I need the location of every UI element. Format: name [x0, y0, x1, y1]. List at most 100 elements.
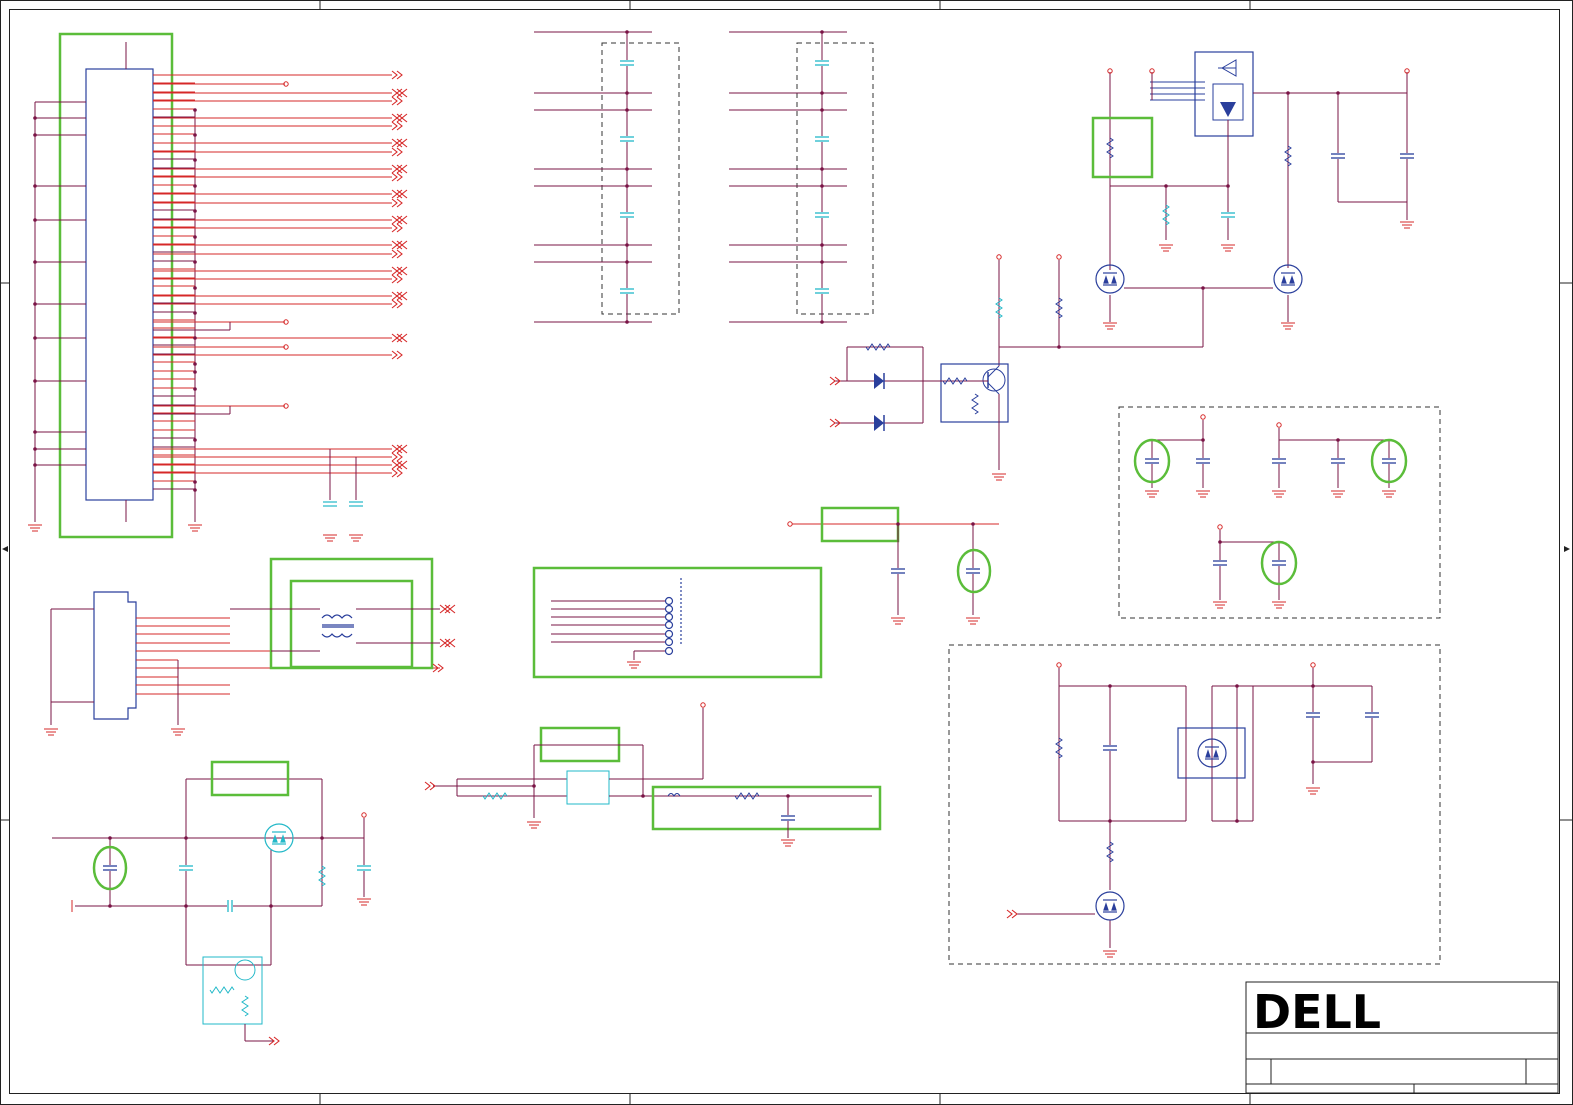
header-connector: [664, 578, 682, 656]
capacitor: [1306, 712, 1320, 718]
junction: [820, 260, 824, 264]
highlight-box: [1091, 116, 1154, 179]
off-page-connector: [391, 240, 408, 250]
right-pins: [153, 74, 195, 490]
power-switch-section: [998, 51, 1408, 366]
filter-ic: [566, 770, 610, 805]
ground-symbol: [1103, 950, 1117, 958]
ground-symbol: [1281, 322, 1295, 330]
junction: [625, 243, 629, 247]
power-port: [1217, 524, 1223, 530]
capacitor: [179, 865, 193, 871]
highlight-box: [289, 579, 414, 669]
junction: [193, 133, 197, 137]
capacitor: [1145, 458, 1159, 464]
junction: [625, 167, 629, 171]
ground-symbol: [1159, 244, 1173, 252]
ground-symbol: [781, 839, 795, 847]
off-page-connector: [391, 249, 403, 259]
junction: [1057, 345, 1061, 349]
junction: [820, 243, 824, 247]
power-port: [1056, 662, 1062, 668]
off-page-connector: [391, 113, 408, 123]
junction: [1164, 184, 1168, 188]
capacitor: [227, 900, 233, 912]
junction: [184, 836, 188, 840]
junction: [1286, 91, 1290, 95]
junction: [193, 311, 197, 315]
zone-arrow-left: [2, 546, 8, 552]
junction: [1226, 184, 1230, 188]
capacitor: [1331, 153, 1345, 159]
junction: [1311, 684, 1315, 688]
junction: [1311, 760, 1315, 764]
junction: [820, 167, 824, 171]
junction: [532, 784, 536, 788]
junction: [1201, 286, 1205, 290]
capacitor: [966, 568, 980, 574]
off-page-connector: [391, 96, 403, 106]
junction: [193, 286, 197, 290]
off-page-connector: [391, 452, 403, 462]
capacitor: [1365, 712, 1379, 718]
junction: [320, 836, 324, 840]
junction: [193, 336, 197, 340]
resistor: [971, 393, 979, 415]
capacitor: [1400, 153, 1414, 159]
off-page-connector: [391, 291, 408, 301]
capacitor: [1382, 458, 1396, 464]
power-port: [1200, 414, 1206, 420]
ground-symbol: [966, 617, 980, 625]
main-connector-block: [33, 32, 392, 539]
junction: [625, 91, 629, 95]
transistor-driver: [835, 346, 1009, 470]
capacitor: [815, 60, 829, 66]
junction: [820, 320, 824, 324]
small-connector: [93, 591, 137, 720]
junction: [193, 362, 197, 366]
junction: [193, 184, 197, 188]
capacitor: [815, 212, 829, 218]
resistor: [209, 986, 235, 994]
highlight-box: [651, 785, 882, 831]
header-connector-section: [532, 566, 823, 679]
off-page-connector: [391, 172, 403, 182]
junction: [108, 836, 112, 840]
power-port: [1056, 254, 1062, 260]
ground-symbol: [527, 821, 541, 829]
ground-symbol: [992, 473, 1006, 481]
power-port: [996, 254, 1002, 260]
power-port: [1310, 662, 1316, 668]
transformer: [321, 614, 354, 638]
small-connector-section: [50, 557, 440, 725]
capacitor: [1331, 458, 1345, 464]
ground-symbol: [1103, 322, 1117, 330]
filter-section: [433, 702, 882, 838]
resistor: [241, 995, 249, 1017]
title-block: DELL: [1245, 981, 1559, 1094]
junction: [896, 522, 900, 526]
ground-symbol: [1213, 601, 1227, 609]
highlight-box: [269, 557, 434, 670]
capacitor: [815, 136, 829, 142]
ground-symbol: [188, 524, 202, 532]
junction: [269, 904, 273, 908]
bulk-capacitors: [323, 501, 363, 507]
capacitor: [620, 288, 634, 294]
junction: [193, 480, 197, 484]
resistor: [482, 792, 508, 800]
junction: [820, 30, 824, 34]
zone-arrow-right: [1564, 546, 1570, 552]
power-port: [361, 812, 367, 818]
capacitor: [891, 568, 905, 574]
junction: [1201, 438, 1205, 442]
off-page-connector: [391, 70, 403, 80]
capacitor: [620, 136, 634, 142]
off-page-connector: [391, 333, 408, 343]
resistor: [734, 792, 760, 800]
capacitor: [103, 865, 117, 871]
off-page-connector: [391, 138, 408, 148]
ground-symbol: [1272, 601, 1286, 609]
power-port: [1276, 422, 1282, 428]
dell-logo: DELL: [1253, 985, 1381, 1039]
